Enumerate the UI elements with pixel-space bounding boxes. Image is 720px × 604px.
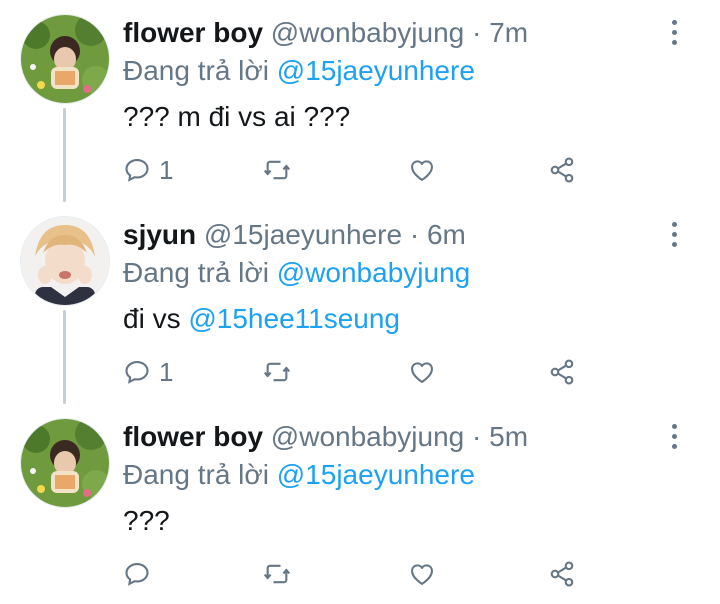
reply-prefix: Đang trả lời bbox=[123, 459, 269, 490]
reply-button[interactable] bbox=[123, 556, 159, 592]
display-name[interactable]: flower boy bbox=[123, 421, 263, 452]
share-icon bbox=[550, 359, 574, 385]
retweet-button[interactable] bbox=[263, 354, 291, 390]
tweet[interactable]: sjyun @15jaeyunhere · 6m Đang trả lời @w… bbox=[0, 202, 720, 402]
separator: · bbox=[409, 219, 420, 250]
reply-count: 1 bbox=[159, 356, 174, 387]
display-name[interactable]: flower boy bbox=[123, 17, 263, 48]
replying-to: Đang trả lời @wonbabyjung bbox=[123, 256, 470, 290]
tweet-header: sjyun @15jaeyunhere · 6m bbox=[123, 218, 466, 252]
more-vertical-icon[interactable] bbox=[664, 424, 684, 454]
retweet-icon bbox=[263, 160, 291, 180]
reply-prefix: Đang trả lời bbox=[123, 257, 269, 288]
heart-icon bbox=[411, 362, 433, 383]
avatar[interactable] bbox=[20, 14, 110, 104]
user-handle[interactable]: @15jaeyunhere bbox=[204, 219, 402, 250]
reply-to-mention[interactable]: @15jaeyunhere bbox=[277, 55, 475, 86]
replying-to: Đang trả lời @15jaeyunhere bbox=[123, 54, 475, 88]
tweet-header: flower boy @wonbabyjung · 7m bbox=[123, 16, 528, 50]
timestamp[interactable]: 6m bbox=[427, 219, 466, 250]
heart-icon bbox=[411, 160, 433, 181]
tweet-text: ??? bbox=[123, 504, 170, 538]
share-button[interactable] bbox=[548, 556, 576, 592]
action-bar: 1 bbox=[123, 354, 593, 390]
like-button[interactable] bbox=[408, 556, 436, 592]
retweet-icon bbox=[263, 362, 291, 382]
tweet[interactable]: flower boy @wonbabyjung · 5m Đang trả lờ… bbox=[0, 404, 720, 604]
tweet-text-body: ??? m đi vs ai ??? bbox=[123, 101, 351, 132]
reply-to-mention[interactable]: @wonbabyjung bbox=[277, 257, 470, 288]
more-vertical-icon[interactable] bbox=[664, 20, 684, 50]
tweet-text-mention[interactable]: @15hee11seung bbox=[188, 303, 400, 334]
like-button[interactable] bbox=[408, 354, 436, 390]
separator: · bbox=[472, 17, 482, 48]
display-name[interactable]: sjyun bbox=[123, 219, 196, 250]
comment-icon bbox=[125, 159, 149, 182]
reply-button[interactable]: 1 bbox=[123, 354, 173, 390]
comment-icon bbox=[125, 361, 149, 384]
comment-icon bbox=[125, 563, 149, 586]
share-button[interactable] bbox=[548, 354, 576, 390]
timestamp[interactable]: 7m bbox=[489, 17, 528, 48]
tweet-text-body: ??? bbox=[123, 505, 170, 536]
avatar[interactable] bbox=[20, 216, 110, 306]
retweet-button[interactable] bbox=[263, 556, 291, 592]
tweet-text: ??? m đi vs ai ??? bbox=[123, 100, 350, 134]
like-button[interactable] bbox=[408, 152, 436, 188]
flower-field-avatar-image bbox=[21, 15, 109, 103]
boy-portrait-avatar-image bbox=[21, 217, 109, 305]
reply-button[interactable]: 1 bbox=[123, 152, 173, 188]
reply-prefix: Đang trả lời bbox=[123, 55, 269, 86]
more-vertical-icon[interactable] bbox=[664, 222, 684, 252]
tweet-header: flower boy @wonbabyjung · 5m bbox=[123, 420, 528, 454]
action-bar bbox=[123, 556, 593, 592]
avatar[interactable] bbox=[20, 418, 110, 508]
tweet[interactable]: flower boy @wonbabyjung · 7m Đang trả lờ… bbox=[0, 0, 720, 200]
retweet-icon bbox=[263, 564, 291, 584]
heart-icon bbox=[411, 564, 433, 585]
tweet-text-body: đi vs bbox=[123, 303, 189, 334]
action-bar: 1 bbox=[123, 152, 593, 188]
share-button[interactable] bbox=[548, 152, 576, 188]
separator: · bbox=[472, 421, 482, 452]
reply-count: 1 bbox=[159, 154, 174, 185]
reply-to-mention[interactable]: @15jaeyunhere bbox=[277, 459, 475, 490]
timestamp[interactable]: 5m bbox=[489, 421, 528, 452]
flower-field-avatar-image bbox=[21, 419, 109, 507]
user-handle[interactable]: @wonbabyjung bbox=[271, 421, 464, 452]
share-icon bbox=[550, 561, 574, 587]
user-handle[interactable]: @wonbabyjung bbox=[271, 17, 464, 48]
retweet-button[interactable] bbox=[263, 152, 291, 188]
share-icon bbox=[550, 157, 574, 183]
tweet-text: đi vs @15hee11seung bbox=[123, 302, 400, 336]
replying-to: Đang trả lời @15jaeyunhere bbox=[123, 458, 475, 492]
